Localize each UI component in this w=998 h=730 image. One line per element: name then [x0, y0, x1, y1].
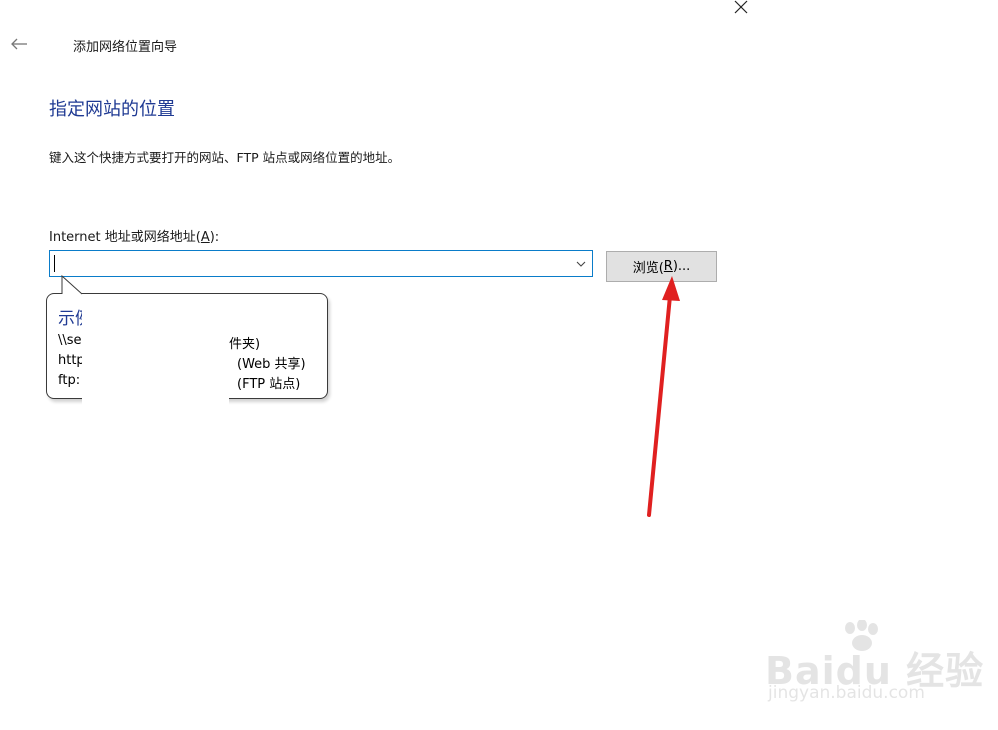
- address-label-accesskey: A: [200, 230, 210, 245]
- address-dropdown-button[interactable]: [570, 251, 592, 276]
- watermark-url: jingyan.baidu.com: [768, 683, 925, 703]
- example-path: http: [58, 353, 85, 368]
- text-caret: [54, 255, 55, 272]
- close-icon: [734, 0, 748, 14]
- example-path: ftp:: [58, 373, 81, 388]
- back-button[interactable]: [8, 35, 30, 53]
- address-label-text: Internet 地址或网络地址(: [49, 230, 201, 245]
- address-input[interactable]: [50, 251, 570, 276]
- browse-label-text: 浏览(: [632, 261, 664, 276]
- add-network-location-wizard: 添加网络位置向导 指定网站的位置 键入这个快捷方式要打开的网站、FTP 站点或网…: [0, 0, 998, 730]
- example-path: \\se: [58, 333, 82, 348]
- address-label: Internet 地址或网络地址(A):: [49, 226, 219, 245]
- example-description: 件夹): [229, 337, 261, 352]
- redaction-mask: [82, 300, 229, 408]
- close-button[interactable]: [726, 0, 756, 14]
- baidu-watermark: Baidu 经验 jingyan.baidu.com: [760, 620, 983, 710]
- browse-label-accesskey: R: [663, 259, 673, 274]
- browse-button[interactable]: 浏览(R)...: [606, 251, 717, 282]
- chevron-down-icon: [576, 261, 586, 267]
- wizard-title: 添加网络位置向导: [73, 40, 178, 55]
- back-arrow-icon: [11, 38, 27, 50]
- page-heading: 指定网站的位置: [49, 99, 175, 120]
- example-description: (Web 共享): [237, 357, 306, 372]
- address-label-suffix: ):: [209, 230, 220, 245]
- example-description: (FTP 站点): [237, 377, 301, 392]
- instruction-text: 键入这个快捷方式要打开的网站、FTP 站点或网络位置的地址。: [49, 150, 401, 165]
- address-combobox[interactable]: [49, 250, 593, 277]
- browse-label-suffix: )...: [672, 259, 691, 274]
